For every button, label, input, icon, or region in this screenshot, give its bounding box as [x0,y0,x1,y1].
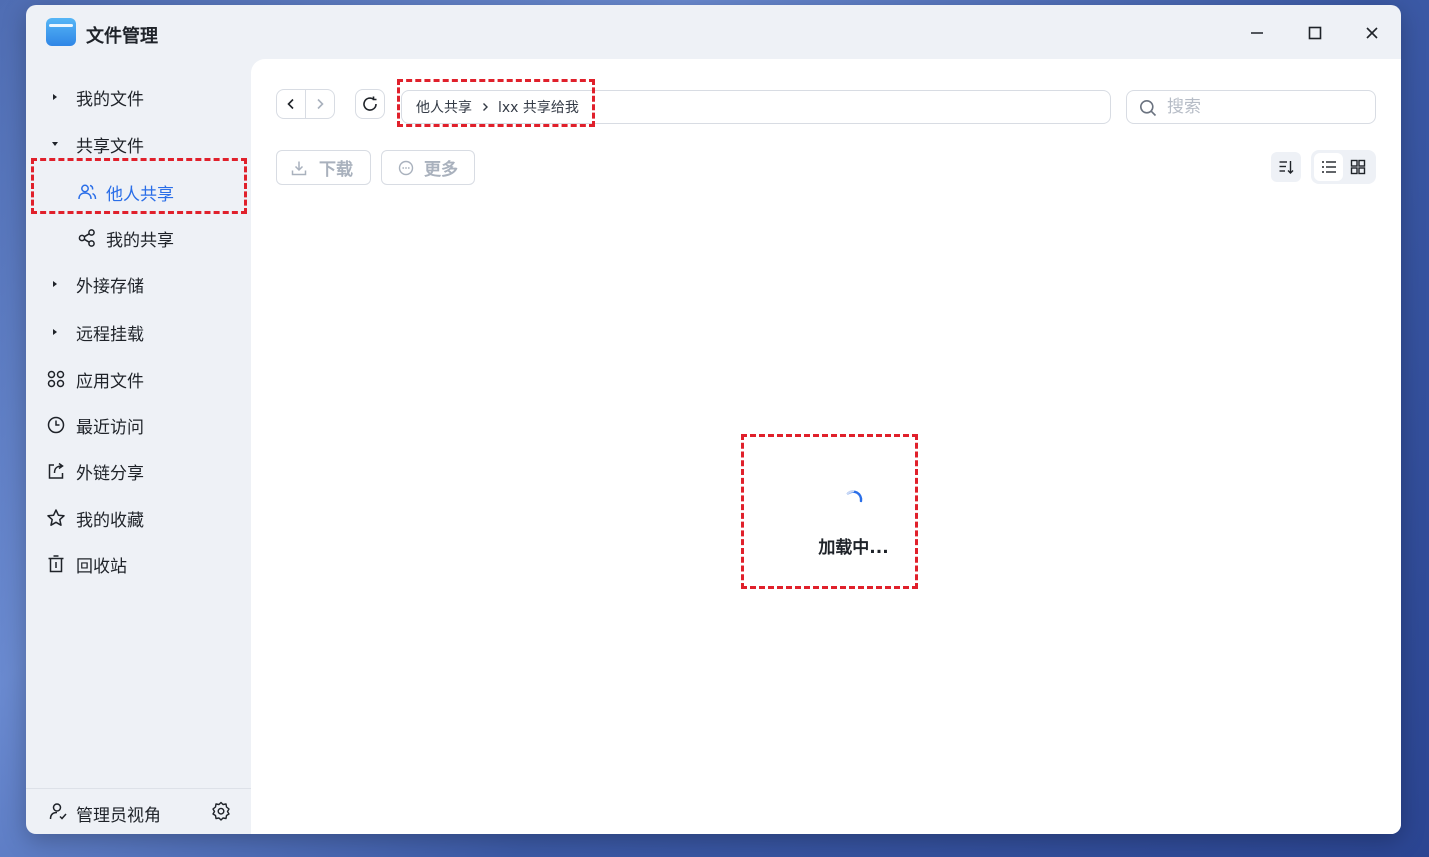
gear-icon[interactable] [211,801,231,821]
loading-indicator: 加载中... [766,439,941,594]
download-icon [291,161,307,175]
chevron-right-icon [483,103,488,111]
list-view-button[interactable] [1314,153,1343,181]
spinner-icon [846,490,863,503]
search-box[interactable] [1126,90,1376,124]
caret-right-icon [53,94,57,100]
sidebar-item-label: 最近访问 [76,417,144,438]
sidebar-item-label: 我的文件 [76,89,144,110]
app-title: 文件管理 [86,26,158,47]
title-bar: 文件管理 [26,5,1401,61]
sidebar-item-external-links[interactable]: 外链分享 [26,451,251,491]
sidebar-item-label: 回收站 [76,556,127,577]
back-button[interactable] [277,90,306,118]
sidebar-item-label: 应用文件 [76,371,144,392]
loading-text: 加载中... [818,538,889,558]
caret-down-icon [52,142,58,146]
file-manager-window: 文件管理 我的文件 共享文件 他人共享 我的共享 外接存储 远程挂载 应用文件 … [26,5,1401,834]
chevron-right-icon [317,98,324,110]
caret-right-icon [53,281,57,287]
more-label: 更多 [424,160,458,180]
download-button[interactable]: 下载 [276,150,371,185]
sidebar-item-shared-with-me[interactable]: 他人共享 [26,172,251,212]
grid-view-button[interactable] [1343,153,1372,181]
main-content: 他人共享 lxx 共享给我 下载 [251,59,1401,834]
sidebar-item-favorites[interactable]: 我的收藏 [26,498,251,538]
refresh-button[interactable] [355,89,385,119]
sidebar-item-recent[interactable]: 最近访问 [26,405,251,445]
search-input[interactable] [1167,96,1367,118]
maximize-button[interactable] [1303,21,1327,45]
folder-app-icon [46,18,76,46]
sort-button[interactable] [1271,152,1301,182]
share-nodes-icon [78,229,95,247]
clock-icon [47,416,65,434]
sidebar: 我的文件 共享文件 他人共享 我的共享 外接存储 远程挂载 应用文件 最近访问 … [26,61,251,834]
apps-icon [47,370,65,388]
sidebar-item-label: 远程挂载 [76,324,144,345]
history-nav [276,89,335,119]
external-share-icon [48,462,64,479]
sidebar-item-label: 我的收藏 [76,510,144,531]
more-button[interactable]: 更多 [381,150,475,185]
sidebar-item-remote-mount[interactable]: 远程挂载 [26,312,251,352]
breadcrumb-item-current[interactable]: lxx 共享给我 [498,97,579,117]
admin-user-icon [49,803,67,820]
sidebar-item-external-storage[interactable]: 外接存储 [26,264,251,304]
sidebar-item-my-shares[interactable]: 我的共享 [26,218,251,258]
users-icon [78,184,97,200]
sidebar-footer: 管理员视角 [26,788,251,834]
admin-view-label[interactable]: 管理员视角 [76,801,161,826]
sort-icon [1279,161,1294,174]
list-view-icon [1321,161,1336,173]
sidebar-item-label: 他人共享 [106,184,174,205]
breadcrumb[interactable]: 他人共享 lxx 共享给我 [401,90,1111,124]
chevron-left-icon [287,98,294,110]
sidebar-item-my-files[interactable]: 我的文件 [26,77,251,117]
forward-button[interactable] [306,90,334,118]
caret-right-icon [53,329,57,335]
refresh-icon [363,96,377,111]
sidebar-item-shared-files[interactable]: 共享文件 [26,124,251,164]
grid-view-icon [1350,159,1365,175]
download-label: 下载 [319,160,353,180]
more-icon [398,160,414,175]
breadcrumb-item-shared-with-me[interactable]: 他人共享 [416,97,472,117]
close-button[interactable] [1360,21,1384,45]
sidebar-item-recycle-bin[interactable]: 回收站 [26,544,251,584]
sidebar-item-label: 外链分享 [76,463,144,484]
star-icon [47,509,65,526]
trash-icon [48,555,64,573]
sidebar-item-app-files[interactable]: 应用文件 [26,359,251,399]
search-icon [1140,100,1157,117]
view-toggle [1311,150,1376,184]
sidebar-item-label: 我的共享 [106,230,174,251]
sidebar-item-label: 共享文件 [76,136,144,157]
minimize-button[interactable] [1245,21,1269,45]
sidebar-item-label: 外接存储 [76,276,144,297]
